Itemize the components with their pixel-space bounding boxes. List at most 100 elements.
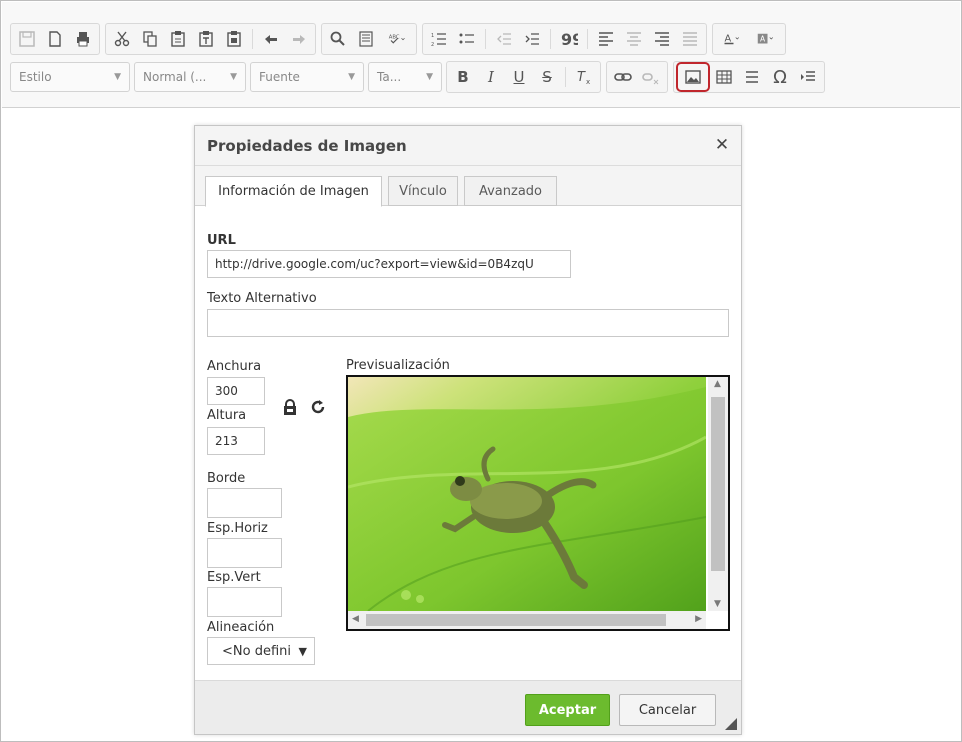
horizontal-rule-icon[interactable] bbox=[738, 64, 766, 90]
align-right-icon[interactable] bbox=[648, 26, 676, 52]
find-icon[interactable] bbox=[324, 26, 352, 52]
accept-button[interactable]: Aceptar bbox=[525, 694, 610, 726]
format-combo-label: Normal (... bbox=[143, 70, 207, 84]
chevron-down-icon: ▼ bbox=[114, 72, 121, 82]
url-input[interactable]: http://drive.google.com/uc?export=view&i… bbox=[207, 250, 571, 278]
toolbar-group-insert: Ω bbox=[673, 61, 825, 93]
toolbar-separator bbox=[252, 29, 253, 49]
spellcheck-icon[interactable]: ABC bbox=[380, 26, 414, 52]
align-label: Alineación bbox=[207, 620, 275, 635]
width-label: Anchura bbox=[207, 359, 262, 374]
frog-preview-image bbox=[348, 377, 706, 611]
svg-text:99: 99 bbox=[561, 30, 578, 48]
editor-frame: ABC 12 99 A A Estilo ▼ Normal (... ▼ Fue… bbox=[0, 0, 962, 742]
border-input[interactable] bbox=[207, 488, 282, 518]
svg-text:x: x bbox=[586, 78, 590, 86]
indent-icon[interactable] bbox=[518, 26, 546, 52]
italic-button[interactable]: I bbox=[477, 64, 505, 90]
justify-icon[interactable] bbox=[676, 26, 704, 52]
size-combo-label: Ta... bbox=[377, 70, 402, 84]
undo-icon[interactable] bbox=[257, 26, 285, 52]
page-break-icon[interactable] bbox=[794, 64, 822, 90]
image-properties-dialog: Propiedades de Imagen ✕ Información de I… bbox=[194, 125, 742, 735]
save-icon[interactable] bbox=[13, 26, 41, 52]
chevron-down-icon: ▼ bbox=[298, 644, 307, 658]
toolbar-separator bbox=[587, 29, 588, 49]
size-combo[interactable]: Ta... ▼ bbox=[368, 62, 442, 92]
new-page-icon[interactable] bbox=[41, 26, 69, 52]
toolbar-row-2: Estilo ▼ Normal (... ▼ Fuente ▼ Ta... ▼ B I … bbox=[10, 60, 830, 94]
svg-text:2: 2 bbox=[431, 42, 434, 48]
alt-text-input[interactable] bbox=[207, 309, 729, 337]
paste-icon[interactable] bbox=[164, 26, 192, 52]
toolbar-group-colors: A A bbox=[712, 23, 786, 55]
height-input[interactable]: 213 bbox=[207, 427, 265, 455]
link-icon[interactable] bbox=[609, 64, 637, 90]
toolbar-group-clipboard bbox=[105, 23, 316, 55]
paste-word-icon[interactable] bbox=[220, 26, 248, 52]
bg-color-icon[interactable]: A bbox=[749, 26, 783, 52]
unlink-icon[interactable] bbox=[637, 64, 665, 90]
redo-icon[interactable] bbox=[285, 26, 313, 52]
style-combo[interactable]: Estilo ▼ bbox=[10, 62, 130, 92]
outdent-icon[interactable] bbox=[490, 26, 518, 52]
bold-button[interactable]: B bbox=[449, 64, 477, 90]
dialog-header[interactable]: Propiedades de Imagen ✕ bbox=[195, 126, 741, 166]
toolbar-separator bbox=[485, 29, 486, 49]
toolbar-row-1: ABC 12 99 A A bbox=[10, 22, 791, 56]
format-combo[interactable]: Normal (... ▼ bbox=[134, 62, 246, 92]
svg-text:1: 1 bbox=[431, 33, 434, 39]
numbered-list-icon[interactable]: 12 bbox=[425, 26, 453, 52]
resize-grip-icon[interactable] bbox=[725, 718, 737, 730]
remove-format-icon[interactable]: Tx bbox=[570, 64, 598, 90]
scroll-down-icon[interactable]: ▼ bbox=[714, 599, 721, 609]
scroll-up-icon[interactable]: ▲ bbox=[714, 379, 721, 389]
copy-icon[interactable] bbox=[136, 26, 164, 52]
select-all-icon[interactable] bbox=[352, 26, 380, 52]
align-select[interactable]: <No defini ▼ bbox=[207, 637, 315, 665]
toolbar-group-editing: ABC bbox=[321, 23, 417, 55]
svg-text:A: A bbox=[725, 33, 732, 44]
vspace-input[interactable] bbox=[207, 587, 282, 617]
image-button[interactable] bbox=[676, 62, 710, 92]
toolbar-group-document bbox=[10, 23, 100, 55]
toolbar-group-links bbox=[606, 61, 668, 93]
chevron-down-icon: ▼ bbox=[348, 72, 355, 82]
scroll-left-icon[interactable]: ◀ bbox=[352, 614, 359, 624]
text-color-icon[interactable]: A bbox=[715, 26, 749, 52]
strike-button[interactable]: S bbox=[533, 64, 561, 90]
scrollbar-thumb[interactable] bbox=[366, 614, 666, 626]
cut-icon[interactable] bbox=[108, 26, 136, 52]
preview-label: Previsualización bbox=[346, 358, 450, 373]
paste-text-icon[interactable] bbox=[192, 26, 220, 52]
close-icon[interactable]: ✕ bbox=[713, 135, 731, 155]
font-combo[interactable]: Fuente ▼ bbox=[250, 62, 364, 92]
border-label: Borde bbox=[207, 471, 246, 486]
bulleted-list-icon[interactable] bbox=[453, 26, 481, 52]
cancel-button[interactable]: Cancelar bbox=[619, 694, 716, 726]
reset-size-icon[interactable] bbox=[309, 398, 327, 416]
scroll-right-icon[interactable]: ▶ bbox=[695, 614, 702, 624]
special-char-button[interactable]: Ω bbox=[766, 64, 794, 90]
url-label: URL bbox=[207, 233, 236, 248]
width-input[interactable]: 300 bbox=[207, 377, 265, 405]
print-icon[interactable] bbox=[69, 26, 97, 52]
lock-icon[interactable] bbox=[281, 398, 299, 416]
tab-image-info[interactable]: Información de Imagen bbox=[205, 176, 382, 207]
alt-text-label: Texto Alternativo bbox=[207, 291, 317, 306]
preview-horizontal-scrollbar[interactable]: ◀ ▶ bbox=[348, 611, 706, 629]
tab-advanced[interactable]: Avanzado bbox=[464, 176, 557, 206]
blockquote-icon[interactable]: 99 bbox=[555, 26, 583, 52]
dialog-footer: Aceptar Cancelar bbox=[195, 680, 741, 734]
tab-link[interactable]: Vínculo bbox=[388, 176, 458, 206]
toolbar-group-basicstyles: B I U S Tx bbox=[446, 61, 601, 93]
hspace-input[interactable] bbox=[207, 538, 282, 568]
editor-toolbar: ABC 12 99 A A Estilo ▼ Normal (... ▼ Fue… bbox=[2, 2, 960, 108]
table-icon[interactable] bbox=[710, 64, 738, 90]
preview-vertical-scrollbar[interactable]: ▲ ▼ bbox=[708, 377, 728, 611]
align-center-icon[interactable] bbox=[620, 26, 648, 52]
underline-button[interactable]: U bbox=[505, 64, 533, 90]
scrollbar-thumb[interactable] bbox=[711, 397, 725, 571]
svg-text:ABC: ABC bbox=[389, 34, 400, 40]
align-left-icon[interactable] bbox=[592, 26, 620, 52]
